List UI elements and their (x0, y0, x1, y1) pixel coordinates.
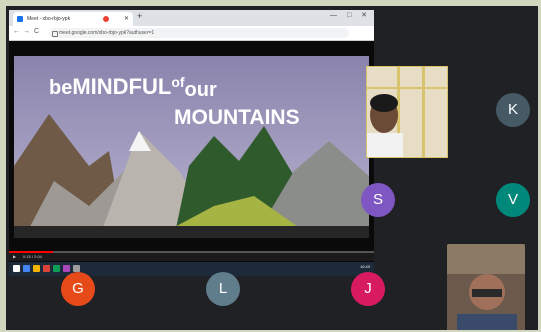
participant-avatar-k[interactable]: K (496, 93, 530, 127)
reload-button[interactable]: C (34, 28, 39, 35)
meet-call-window: Meet - xbo-rbjo-ypk ✕ + — □ ✕ ← → C meet… (6, 6, 538, 330)
video-title-line1: beMINDFULofour (49, 74, 217, 101)
url-text: meet.google.com/xbo-rbjo-ypk?authuser=1 (59, 30, 155, 36)
address-bar: ← → C meet.google.com/xbo-rbjo-ypk?authu… (9, 26, 374, 41)
lock-icon (52, 31, 58, 37)
participant-avatar-s[interactable]: S (361, 183, 395, 217)
tab-title: Meet - xbo-rbjo-ypk (27, 16, 71, 22)
meet-favicon-icon (17, 16, 23, 22)
player-controls[interactable]: ▶ 0:15 / 2:04 (9, 251, 374, 261)
chrome-icon[interactable] (43, 265, 50, 272)
time-label: 0:15 / 2:04 (23, 254, 42, 259)
shared-screen[interactable]: Meet - xbo-rbjo-ypk ✕ + — □ ✕ ← → C meet… (9, 10, 374, 276)
recording-dot-icon (103, 16, 109, 22)
video-title-line2: MOUNTAINS (174, 106, 300, 129)
play-button[interactable]: ▶ (13, 254, 16, 259)
forward-button[interactable]: → (23, 28, 30, 35)
ground-strip (14, 226, 369, 238)
participant-video (367, 67, 447, 157)
video-frame: beMINDFULofour MOUNTAINS (14, 56, 369, 238)
progress-fill (9, 251, 53, 253)
folder-icon[interactable] (33, 265, 40, 272)
participant-avatar-g[interactable]: G (61, 272, 95, 306)
participant-video-tile[interactable] (447, 244, 525, 330)
participant-video-tile[interactable] (366, 66, 448, 158)
app-icon[interactable] (53, 265, 60, 272)
new-tab-button[interactable]: + (137, 11, 142, 21)
participant-avatar-v[interactable]: V (496, 183, 530, 217)
video-player[interactable]: beMINDFULofour MOUNTAINS ▶ 0:15 / 2:04 (9, 41, 374, 262)
participant-avatar-l[interactable]: L (206, 272, 240, 306)
participant-video (447, 244, 525, 330)
search-icon[interactable] (23, 265, 30, 272)
app-icon[interactable] (63, 265, 70, 272)
progress-track[interactable] (9, 251, 374, 253)
window-controls[interactable]: — □ ✕ (330, 11, 371, 19)
taskbar-clock: 10:43 (359, 264, 370, 269)
taskbar: 10:43 (9, 262, 374, 276)
browser-tab[interactable]: Meet - xbo-rbjo-ypk ✕ (13, 12, 133, 26)
app-icon[interactable] (73, 265, 80, 272)
browser-tab-strip: Meet - xbo-rbjo-ypk ✕ + — □ ✕ (9, 10, 374, 26)
start-icon[interactable] (13, 265, 20, 272)
back-button[interactable]: ← (13, 28, 20, 35)
participant-avatar-j[interactable]: J (351, 272, 385, 306)
tab-close-icon[interactable]: ✕ (124, 12, 129, 26)
url-input[interactable]: meet.google.com/xbo-rbjo-ypk?authuser=1 (49, 28, 349, 38)
